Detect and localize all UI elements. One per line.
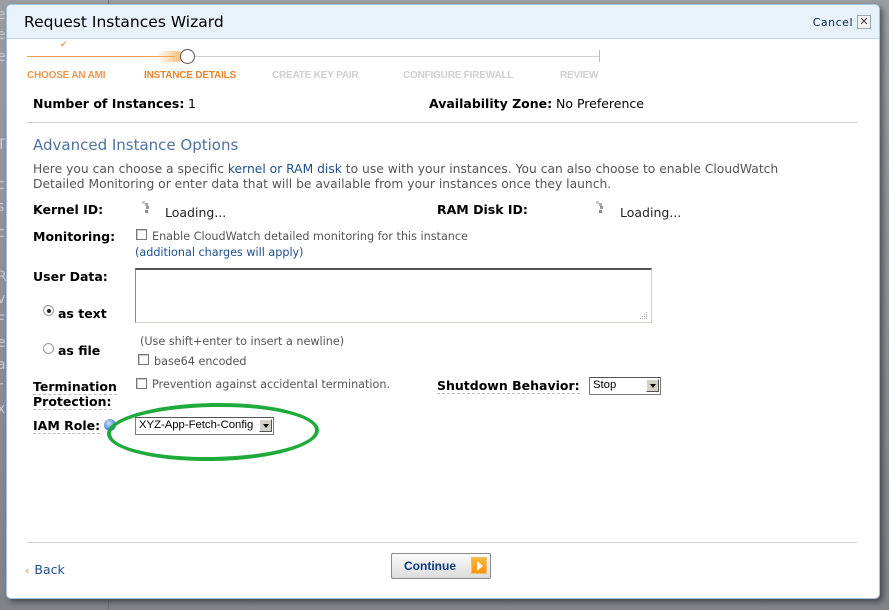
base64-label: base64 encoded [154, 355, 247, 368]
chevron-left-icon: ‹ [25, 564, 30, 577]
continue-button[interactable]: Continue [391, 553, 491, 579]
background-divider [108, 600, 109, 610]
kernel-value: Loading... [165, 205, 227, 220]
chevron-down-icon [259, 419, 272, 432]
back-link[interactable]: ‹ Back [25, 562, 65, 577]
base64-checkbox[interactable] [138, 354, 149, 365]
iam-role-select[interactable]: XYZ-App-Fetch-Config [135, 417, 274, 435]
monitoring-label: Monitoring: [33, 229, 116, 244]
step-review: REVIEW [560, 70, 599, 81]
zone-value: No Preference [556, 96, 644, 111]
shutdown-selected-value: Stop [593, 379, 617, 391]
divider [27, 122, 857, 123]
step-create-key-pair: CREATE KEY PAIR [272, 70, 359, 81]
instances-label: Number of Instances: [33, 96, 185, 111]
loading-spinner-icon [142, 201, 152, 215]
dialog-titlebar: Request Instances Wizard Cancel ✕ [7, 5, 879, 39]
monitoring-checkbox[interactable] [136, 229, 147, 240]
step-instance-details: INSTANCE DETAILS [144, 70, 236, 81]
zone-label: Availability Zone: [429, 96, 553, 111]
section-title: Advanced Instance Options [33, 136, 239, 154]
chevron-down-icon [646, 379, 659, 392]
close-icon[interactable]: ✕ [857, 15, 871, 29]
ramdisk-label: RAM Disk ID: [437, 202, 528, 217]
back-label: Back [34, 562, 65, 577]
as-text-radio[interactable] [43, 305, 54, 316]
shutdown-behavior-select[interactable]: Stop [589, 377, 661, 395]
check-icon: ✔ [60, 40, 68, 50]
ramdisk-value: Loading... [620, 205, 682, 220]
kernel-ramdisk-link[interactable]: kernel or RAM disk [228, 162, 342, 176]
dialog-title: Request Instances Wizard [24, 13, 224, 31]
progress-end-tick [599, 50, 600, 62]
termination-checkbox-label: Prevention against accidental terminatio… [152, 378, 391, 391]
resize-grip-icon[interactable] [639, 311, 647, 319]
as-file-label[interactable]: as file [58, 343, 100, 358]
current-step-marker [180, 49, 195, 64]
iam-role-label: IAM Role: [33, 418, 101, 434]
as-text-label[interactable]: as text [58, 306, 107, 321]
termination-label-line1: Termination [33, 379, 117, 395]
step-configure-firewall: CONFIGURE FIREWALL [403, 70, 514, 81]
userdata-label: User Data: [33, 269, 108, 284]
userdata-input[interactable] [135, 268, 652, 323]
additional-charges-link[interactable]: (additional charges will apply) [135, 246, 304, 259]
progress-line-done [27, 56, 175, 57]
section-description: Here you can choose a specific kernel or… [33, 162, 823, 192]
wizard-progress: ✔ CHOOSE AN AMI INSTANCE DETAILS CREATE … [7, 39, 879, 89]
progress-line-todo [195, 56, 599, 57]
as-file-radio[interactable] [43, 343, 54, 354]
cancel-link[interactable]: Cancel [813, 16, 853, 29]
step-choose-ami: CHOOSE AN AMI [27, 70, 106, 81]
shutdown-label: Shutdown Behavior: [437, 378, 580, 394]
instances-value: 1 [188, 96, 196, 111]
continue-label: Continue [404, 559, 456, 573]
loading-spinner-icon [596, 201, 606, 215]
termination-checkbox[interactable] [136, 378, 147, 389]
play-arrow-icon [471, 557, 487, 574]
divider [27, 542, 857, 543]
kernel-label: Kernel ID: [33, 202, 104, 217]
termination-label-line2: Protection: [33, 394, 112, 410]
wizard-dialog: Request Instances Wizard Cancel ✕ ✔ CHOO… [6, 4, 880, 599]
iam-role-selected-value: XYZ-App-Fetch-Config [139, 419, 254, 431]
info-icon[interactable] [104, 419, 116, 431]
desc-text: Here you can choose a specific [33, 162, 228, 176]
newline-hint: (Use shift+enter to insert a newline) [140, 335, 345, 348]
monitoring-checkbox-label: Enable CloudWatch detailed monitoring fo… [152, 230, 468, 243]
